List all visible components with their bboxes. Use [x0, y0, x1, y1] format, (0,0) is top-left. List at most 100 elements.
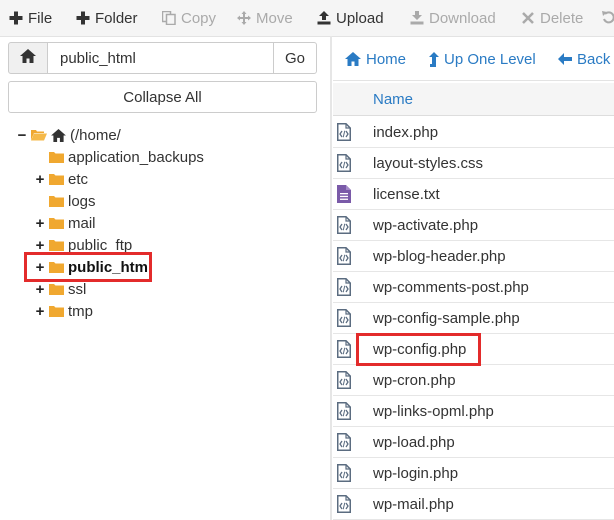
- tree-item-mail[interactable]: + mail: [34, 212, 96, 234]
- code-file-icon: [337, 402, 351, 420]
- folder-icon: [49, 305, 64, 317]
- file-list-header: Name: [333, 83, 614, 116]
- file-row[interactable]: wp-links-opml.php: [333, 396, 614, 427]
- file-name: wp-links-opml.php: [373, 402, 494, 420]
- text-file-icon: [337, 185, 351, 203]
- folder-open-icon: [31, 129, 47, 141]
- collapse-minus-icon[interactable]: −: [16, 127, 28, 144]
- arrow-left-icon: [558, 52, 572, 66]
- new-folder-label: Folder: [95, 9, 138, 27]
- tree-item-etc[interactable]: + etc: [34, 168, 88, 190]
- download-button[interactable]: Download: [410, 0, 496, 36]
- expand-plus-icon[interactable]: +: [34, 237, 46, 254]
- file-name: wp-blog-header.php: [373, 247, 506, 265]
- code-file-icon: [337, 340, 351, 358]
- file-row[interactable]: wp-load.php: [333, 427, 614, 458]
- copy-label: Copy: [181, 9, 217, 27]
- file-name: wp-cron.php: [373, 371, 456, 389]
- expand-plus-icon[interactable]: +: [34, 215, 46, 232]
- level-up-icon: [429, 52, 439, 67]
- file-name: layout-styles.css: [373, 154, 484, 172]
- restore-icon: [602, 11, 614, 25]
- folder-icon: [49, 151, 64, 163]
- download-icon: [410, 11, 424, 25]
- folder-icon: [49, 239, 64, 251]
- folder-icon: [49, 283, 64, 295]
- up-one-level-button[interactable]: Up One Level: [429, 38, 536, 80]
- code-file-icon: [337, 123, 351, 141]
- path-input[interactable]: [48, 42, 274, 74]
- folder-icon: [49, 217, 64, 229]
- nav-home-button[interactable]: Home: [345, 38, 406, 80]
- file-name: wp-comments-post.php: [373, 278, 529, 296]
- new-file-button[interactable]: File: [9, 0, 52, 36]
- plus-icon: [76, 11, 90, 25]
- file-row[interactable]: wp-activate.php: [333, 210, 614, 241]
- file-name: wp-activate.php: [373, 216, 479, 234]
- file-row[interactable]: layout-styles.css: [333, 148, 614, 179]
- file-name: wp-load.php: [373, 433, 455, 451]
- upload-icon: [317, 11, 331, 25]
- file-name: wp-mail.php: [373, 495, 454, 513]
- home-directory-button[interactable]: [8, 42, 48, 74]
- tree-root-label: (/home/: [70, 126, 121, 144]
- back-button[interactable]: Back: [558, 38, 610, 80]
- navigation-bar: Home Up One Level Back: [333, 38, 614, 81]
- tree-item-logs[interactable]: logs: [34, 190, 96, 212]
- code-file-icon: [337, 464, 351, 482]
- delete-button[interactable]: Delete: [521, 0, 583, 36]
- code-file-icon: [337, 495, 351, 513]
- times-icon: [521, 11, 535, 25]
- file-row[interactable]: license.txt: [333, 179, 614, 210]
- code-file-icon: [337, 154, 351, 172]
- tree-root-home[interactable]: − (/home/: [16, 124, 121, 146]
- expand-plus-icon[interactable]: +: [34, 171, 46, 188]
- code-file-icon: [337, 371, 351, 389]
- move-button[interactable]: Move: [237, 0, 293, 36]
- code-file-icon: [337, 278, 351, 296]
- move-arrows-icon: [237, 11, 251, 25]
- copy-icon: [162, 11, 176, 25]
- expand-plus-icon[interactable]: +: [34, 303, 46, 320]
- tree-item-application-backups[interactable]: application_backups: [34, 146, 204, 168]
- code-file-icon: [337, 247, 351, 265]
- file-name: wp-login.php: [373, 464, 459, 482]
- file-row[interactable]: wp-cron.php: [333, 365, 614, 396]
- folder-icon: [49, 195, 64, 207]
- file-name: index.php: [373, 123, 439, 141]
- toolbar: File Folder Copy Move Upload Download De…: [0, 0, 614, 37]
- home-icon: [51, 129, 66, 142]
- file-row[interactable]: index.php: [333, 117, 614, 148]
- file-row[interactable]: wp-config-sample.php: [333, 303, 614, 334]
- wp-config-highlight-box: [356, 333, 481, 366]
- panel-divider: [330, 36, 332, 520]
- upload-label: Upload: [336, 9, 384, 27]
- download-label: Download: [429, 9, 496, 27]
- name-column-header[interactable]: Name: [373, 83, 413, 115]
- home-icon: [20, 48, 36, 68]
- file-row[interactable]: wp-blog-header.php: [333, 241, 614, 272]
- collapse-all-button[interactable]: Collapse All: [8, 81, 317, 113]
- file-row[interactable]: wp-mail.php: [333, 489, 614, 520]
- file-name: wp-config-sample.php: [373, 309, 520, 327]
- file-row[interactable]: wp-comments-post.php: [333, 272, 614, 303]
- new-file-label: File: [28, 9, 53, 27]
- folder-icon: [49, 173, 64, 185]
- file-name: license.txt: [373, 185, 440, 203]
- file-row[interactable]: wp-login.php: [333, 458, 614, 489]
- home-icon: [345, 52, 361, 66]
- new-folder-button[interactable]: Folder: [76, 0, 138, 36]
- go-button[interactable]: Go: [273, 42, 317, 74]
- code-file-icon: [337, 216, 351, 234]
- expand-plus-icon[interactable]: +: [34, 281, 46, 298]
- code-file-icon: [337, 433, 351, 451]
- plus-icon: [9, 11, 23, 25]
- move-label: Move: [256, 9, 293, 27]
- tree-item-tmp[interactable]: + tmp: [34, 300, 93, 322]
- restore-button[interactable]: [602, 0, 614, 36]
- upload-button[interactable]: Upload: [317, 0, 384, 36]
- copy-button[interactable]: Copy: [162, 0, 216, 36]
- code-file-icon: [337, 309, 351, 327]
- delete-label: Delete: [540, 9, 584, 27]
- public-html-highlight-box: [24, 252, 152, 282]
